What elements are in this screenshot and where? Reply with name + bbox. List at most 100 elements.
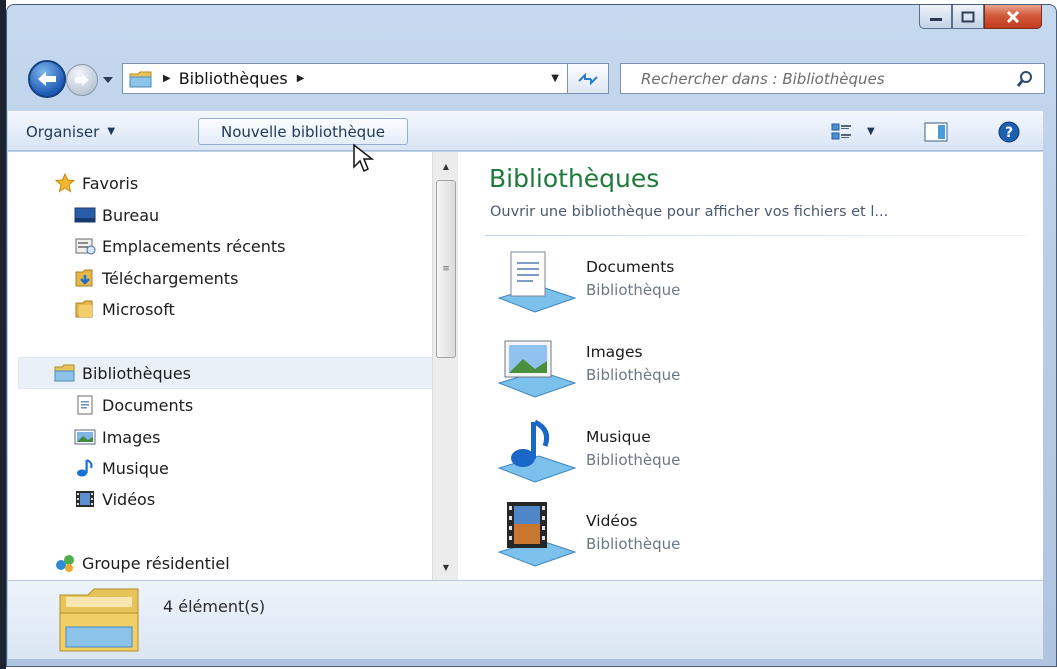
organiser-label: Organiser — [26, 122, 100, 141]
mouse-pointer-icon — [353, 143, 374, 173]
nav-libraries[interactable]: Bibliothèques — [54, 359, 191, 387]
navigation-scrollbar[interactable]: ▲ ≡ ▼ — [432, 152, 458, 580]
documents-icon — [74, 395, 96, 415]
nav-favorites-label: Favoris — [82, 173, 139, 193]
maximize-icon — [961, 11, 975, 22]
new-library-label: Nouvelle bibliothèque — [221, 122, 385, 141]
library-name: Musique — [586, 428, 651, 446]
help-icon: ? — [998, 121, 1020, 142]
refresh-button[interactable] — [568, 63, 609, 94]
nav-item-label: Microsoft — [102, 299, 175, 319]
preview-pane-button[interactable] — [924, 118, 948, 145]
recent-places-icon — [74, 236, 96, 256]
library-name: Vidéos — [586, 512, 638, 530]
nav-homegroup-label: Groupe résidentiel — [82, 553, 230, 573]
breadcrumb-separator-icon[interactable]: ▶ — [297, 73, 305, 84]
maximize-button[interactable] — [952, 5, 984, 29]
navigation-pane: Favoris Bureau Emplacements récents Télé… — [8, 152, 463, 580]
folder-icon — [74, 299, 96, 319]
nav-item-videos[interactable]: Vidéos — [74, 485, 155, 513]
library-item-videos[interactable]: Vidéos Bibliothèque — [493, 502, 913, 572]
search-icon[interactable] — [1016, 70, 1034, 88]
library-type: Bibliothèque — [586, 535, 681, 553]
details-pane: 4 élément(s) — [8, 580, 1043, 659]
images-library-icon — [497, 340, 577, 398]
svg-text:?: ? — [1005, 125, 1013, 141]
nav-item-bureau[interactable]: Bureau — [74, 201, 159, 229]
address-dropdown-icon[interactable]: ▼ — [551, 73, 559, 84]
library-name: Documents — [586, 258, 675, 276]
nav-item-musique[interactable]: Musique — [74, 454, 169, 482]
breadcrumb-separator-icon[interactable]: ▶ — [163, 73, 171, 84]
caption-buttons — [919, 5, 1042, 29]
nav-favorites[interactable]: Favoris — [54, 169, 138, 197]
libraries-folder-icon — [54, 363, 76, 383]
page-subtitle: Ouvrir une bibliothèque pour afficher vo… — [490, 204, 889, 220]
nav-item-label: Téléchargements — [102, 268, 239, 288]
search-input[interactable] — [621, 69, 1044, 88]
nav-item-emplacements-recents[interactable]: Emplacements récents — [74, 232, 285, 260]
documents-library-icon — [497, 251, 577, 313]
refresh-icon — [578, 72, 598, 85]
close-button[interactable] — [984, 5, 1042, 29]
nav-item-documents[interactable]: Documents — [74, 391, 193, 419]
library-item-documents[interactable]: Documents Bibliothèque — [493, 248, 913, 318]
library-item-musique[interactable]: Musique Bibliothèque — [493, 418, 913, 488]
address-bar[interactable]: ▶ Bibliothèques ▶ ▼ — [122, 63, 568, 94]
chevron-down-icon: ▼ — [107, 126, 116, 137]
videos-library-icon — [497, 502, 577, 567]
library-item-images[interactable]: Images Bibliothèque — [493, 333, 913, 403]
homegroup-icon — [54, 553, 76, 573]
new-library-button[interactable]: Nouvelle bibliothèque — [198, 118, 408, 145]
library-name: Images — [586, 343, 643, 361]
desktop-icon — [74, 205, 96, 225]
help-button[interactable]: ? — [998, 118, 1020, 145]
nav-item-label: Images — [102, 427, 161, 447]
nav-item-label: Vidéos — [102, 489, 156, 509]
library-type: Bibliothèque — [586, 451, 681, 469]
command-bar: Organiser ▼ Nouvelle bibliothèque ▼ ? — [8, 111, 1043, 151]
breadcrumb-libraries[interactable]: Bibliothèques — [179, 69, 288, 88]
navigation-row: ▶ Bibliothèques ▶ ▼ — [22, 58, 1045, 98]
preview-pane-icon — [924, 122, 948, 141]
page-title: Bibliothèques — [489, 164, 660, 193]
forward-arrow-icon — [75, 74, 89, 86]
divider — [485, 235, 1027, 236]
images-icon — [74, 427, 96, 447]
back-button[interactable] — [28, 60, 66, 98]
libraries-folder-icon — [59, 588, 139, 652]
chevron-down-icon — [103, 77, 113, 83]
scrollbar-thumb[interactable]: ≡ — [436, 180, 456, 358]
search-box[interactable] — [620, 63, 1045, 94]
music-icon — [74, 458, 96, 478]
close-icon — [1006, 10, 1020, 23]
chevron-down-icon[interactable]: ▼ — [867, 126, 875, 137]
forward-button[interactable] — [66, 64, 98, 96]
nav-item-label: Bureau — [102, 205, 160, 225]
videos-icon — [74, 489, 96, 509]
nav-item-telechargements[interactable]: Téléchargements — [74, 264, 238, 292]
nav-item-label: Documents — [102, 395, 194, 415]
music-library-icon — [497, 419, 577, 483]
minimize-icon — [929, 17, 942, 21]
nav-item-images[interactable]: Images — [74, 423, 160, 451]
nav-homegroup[interactable]: Groupe résidentiel — [54, 549, 230, 577]
item-count: 4 élément(s) — [163, 597, 266, 616]
nav-item-microsoft[interactable]: Microsoft — [74, 295, 175, 323]
view-options-icon — [831, 123, 851, 139]
library-type: Bibliothèque — [586, 366, 681, 384]
scroll-up-icon[interactable]: ▲ — [433, 155, 459, 177]
minimize-button[interactable] — [919, 5, 952, 29]
recent-pages-button[interactable] — [102, 72, 114, 84]
scroll-down-icon[interactable]: ▼ — [433, 556, 459, 578]
star-icon — [54, 173, 76, 193]
back-arrow-icon — [38, 72, 56, 86]
libraries-folder-icon — [129, 71, 152, 87]
content-pane: Bibliothèques Ouvrir une bibliothèque po… — [463, 152, 1043, 580]
change-view-button[interactable]: ▼ — [831, 118, 875, 145]
library-type: Bibliothèque — [586, 281, 681, 299]
downloads-folder-icon — [74, 268, 96, 288]
organiser-menu-button[interactable]: Organiser ▼ — [18, 118, 123, 145]
nav-libraries-label: Bibliothèques — [82, 363, 191, 383]
nav-item-label: Musique — [102, 458, 169, 478]
